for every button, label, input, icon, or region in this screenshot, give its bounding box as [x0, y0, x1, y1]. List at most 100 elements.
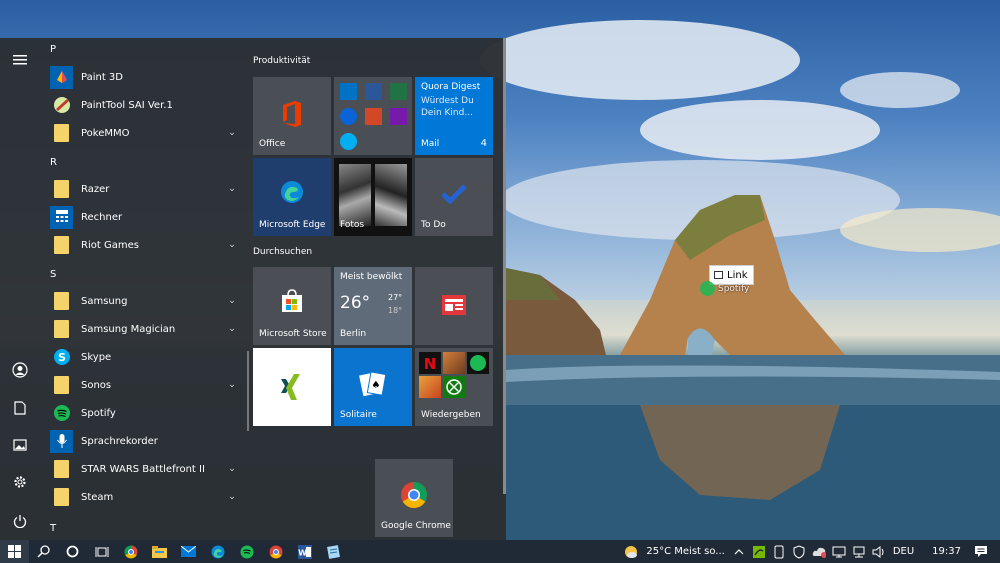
app-razer[interactable]: Razer ⌄ [50, 176, 245, 202]
power-button[interactable] [10, 511, 30, 531]
weather-widget-button[interactable] [623, 545, 639, 559]
taskbar-chrome-profile[interactable] [261, 540, 290, 563]
chevron-down-icon[interactable]: ⌄ [225, 296, 239, 306]
news-icon [442, 295, 466, 315]
cortana-icon [66, 545, 79, 558]
hamburger-icon [13, 55, 27, 65]
tile-label: To Do [421, 220, 446, 230]
skype-icon: S [50, 346, 73, 369]
task-view-button[interactable] [87, 540, 116, 563]
app-sonos[interactable]: Sonos ⌄ [50, 372, 245, 398]
tile-label: Fotos [340, 220, 365, 230]
excel-icon [390, 83, 407, 100]
monitor-icon [832, 546, 846, 557]
tiles-scrollbar[interactable] [503, 38, 506, 494]
chevron-down-icon[interactable]: ⌄ [225, 184, 239, 194]
input-language-indicator[interactable]: DEU [893, 546, 914, 557]
app-riot-games[interactable]: Riot Games ⌄ [50, 232, 245, 258]
folder-icon [50, 458, 73, 481]
spotify-icon [50, 402, 73, 425]
folder-icon [50, 178, 73, 201]
tile-weather[interactable]: Meist bewölkt 26° 27° 18° Berlin [334, 267, 412, 345]
app-skype[interactable]: S Skype [50, 344, 245, 370]
drag-link-label: Link [727, 269, 748, 281]
app-steam[interactable]: Steam ⌄ [50, 484, 245, 510]
chevron-down-icon[interactable]: ⌄ [225, 128, 239, 138]
app-sprachrekorder[interactable]: Sprachrekorder [50, 428, 245, 454]
tile-office-apps-folder[interactable] [334, 77, 412, 155]
tray-display[interactable] [832, 545, 846, 559]
tile-mail[interactable]: Quora Digest Würdest Du Dein Kind... Mai… [415, 77, 493, 155]
tile-microsoft-edge[interactable]: Microsoft Edge [253, 158, 331, 236]
taskbar-chrome[interactable] [116, 540, 145, 563]
tray-nvidia[interactable] [752, 545, 766, 559]
tray-volume[interactable] [872, 545, 886, 559]
start-button[interactable] [0, 540, 29, 563]
settings-button[interactable] [10, 472, 30, 492]
taskbar-edge[interactable] [203, 540, 232, 563]
taskbar-weather-text[interactable]: 25°C Meist so... [646, 546, 724, 557]
taskbar-mail[interactable] [174, 540, 203, 563]
edge-icon [211, 545, 224, 558]
app-list-letter-s[interactable]: S [50, 269, 56, 280]
tray-app[interactable] [772, 545, 786, 559]
app-star-wars-battlefront[interactable]: STAR WARS Battlefront II ⌄ [50, 456, 245, 482]
chevron-down-icon[interactable]: ⌄ [225, 324, 239, 334]
chevron-down-icon[interactable]: ⌄ [225, 464, 239, 474]
documents-button[interactable] [10, 398, 30, 418]
tile-label: Microsoft Store [259, 329, 327, 339]
spotify-icon [467, 352, 489, 374]
cortana-button[interactable] [58, 540, 87, 563]
app-list-letter-t[interactable]: T [50, 523, 56, 534]
netflix-icon: N [419, 352, 441, 374]
tile-xing[interactable] [253, 348, 331, 426]
tile-office[interactable]: Office [253, 77, 331, 155]
app-rechner[interactable]: Rechner [50, 204, 245, 230]
app-samsung-magician[interactable]: Samsung Magician ⌄ [50, 316, 245, 342]
dragged-spotify-shortcut[interactable]: Spotify [700, 281, 749, 296]
taskbar-file-explorer[interactable] [145, 540, 174, 563]
cloud-icon [812, 547, 826, 558]
taskbar-word[interactable]: W [290, 540, 319, 563]
app-samsung[interactable]: Samsung ⌄ [50, 288, 245, 314]
pictures-button[interactable] [10, 435, 30, 455]
tile-microsoft-store[interactable]: Microsoft Store [253, 267, 331, 345]
chevron-down-icon[interactable]: ⌄ [225, 380, 239, 390]
tray-cloud[interactable] [812, 545, 826, 559]
app-name: Samsung Magician [81, 323, 176, 335]
tile-play-folder[interactable]: N Wiedergeben [415, 348, 493, 426]
show-hidden-icons-button[interactable] [732, 545, 746, 559]
mail-preview-body: Würdest Du Dein Kind... [421, 96, 474, 118]
chrome-icon [269, 545, 282, 558]
chevron-down-icon[interactable]: ⌄ [225, 240, 239, 250]
group-title-browse[interactable]: Durchsuchen [253, 247, 312, 257]
chevron-down-icon[interactable]: ⌄ [225, 492, 239, 502]
hamburger-menu-button[interactable] [10, 50, 30, 70]
app-pokemmo[interactable]: PokeMMO ⌄ [50, 120, 245, 146]
microphone-icon [50, 429, 73, 453]
search-button[interactable] [29, 540, 58, 563]
task-view-icon [95, 546, 108, 557]
tile-news[interactable] [415, 267, 493, 345]
taskbar-notepad[interactable] [319, 540, 348, 563]
store-icon [282, 289, 302, 312]
app-list-letter-p[interactable]: P [50, 44, 56, 55]
tile-google-chrome[interactable]: Google Chrome [375, 459, 453, 537]
app-painttool-sai[interactable]: PaintTool SAI Ver.1 [50, 92, 245, 118]
tile-photos[interactable]: Fotos [334, 158, 412, 236]
tile-to-do[interactable]: To Do [415, 158, 493, 236]
weather-condition: Meist bewölkt [340, 272, 403, 282]
document-icon [14, 401, 26, 415]
tray-security[interactable] [792, 544, 806, 559]
taskbar-clock[interactable]: 19:37 [932, 546, 961, 557]
tray-network[interactable] [852, 545, 866, 559]
account-button[interactable] [10, 360, 30, 380]
action-center-button[interactable] [974, 545, 988, 559]
tile-solitaire[interactable]: ♠ Solitaire [334, 348, 412, 426]
app-list-letter-r[interactable]: R [50, 157, 57, 168]
app-list-scrollbar[interactable] [247, 351, 249, 431]
app-paint-3d[interactable]: Paint 3D [50, 64, 245, 90]
taskbar-spotify[interactable] [232, 540, 261, 563]
app-spotify[interactable]: Spotify [50, 400, 245, 426]
group-title-productivity[interactable]: Produktivität [253, 56, 310, 66]
